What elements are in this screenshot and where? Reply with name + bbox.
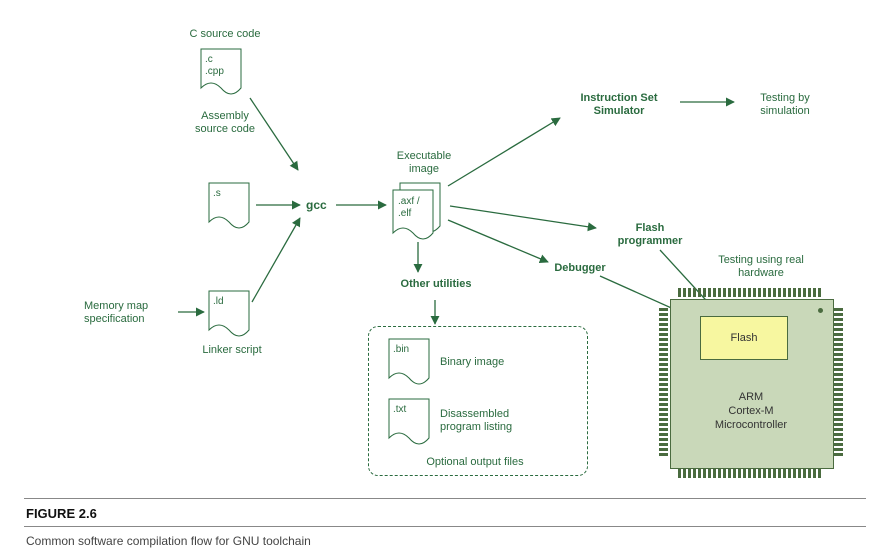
linker-file: .ld <box>208 290 250 340</box>
debugger-label: Debugger <box>540 262 620 275</box>
rule-bottom <box>24 526 866 527</box>
diagram-stage: C source code .c.cpp Assemblysource code… <box>0 0 893 558</box>
flash-prog-label: Flashprogrammer <box>600 222 700 248</box>
c-source-ext: .c.cpp <box>205 54 224 78</box>
gcc-label: gcc <box>306 198 327 212</box>
bin-desc: Binary image <box>440 356 540 369</box>
exec-title: Executableimage <box>384 150 464 176</box>
sim-test-label: Testing bysimulation <box>740 92 830 118</box>
c-source-title: C source code <box>170 28 280 41</box>
txt-file: .txt <box>388 398 430 448</box>
figure-caption: Common software compilation flow for GNU… <box>26 534 311 548</box>
flash-block: Flash <box>700 316 788 360</box>
hw-test-label: Testing using realhardware <box>696 254 826 280</box>
memmap-label: Memory mapspecification <box>84 300 180 326</box>
opt-box-label: Optional output files <box>400 456 550 469</box>
bin-file: .bin <box>388 338 430 388</box>
exec-ext: .axf /.elf <box>398 196 420 220</box>
c-source-file: .c.cpp <box>200 48 242 98</box>
other-utilities: Other utilities <box>386 278 486 291</box>
txt-desc: Disassembledprogram listing <box>440 408 560 434</box>
linker-ext: .ld <box>213 296 224 308</box>
mcu-label: ARMCortex-MMicrocontroller <box>670 390 832 432</box>
asm-ext: .s <box>213 188 221 200</box>
mcu-chip: Flash ARMCortex-MMicrocontroller <box>656 288 846 478</box>
rule-top <box>24 498 866 499</box>
exec-file-stack: .axf /.elf <box>392 182 440 238</box>
asm-file: .s <box>208 182 250 232</box>
linker-sub: Linker script <box>192 344 272 357</box>
txt-ext: .txt <box>393 404 406 416</box>
bin-ext: .bin <box>393 344 409 356</box>
asm-subtitle: Assemblysource code <box>180 110 270 136</box>
figure-number: FIGURE 2.6 <box>26 506 97 521</box>
iss-label: Instruction SetSimulator <box>564 92 674 118</box>
